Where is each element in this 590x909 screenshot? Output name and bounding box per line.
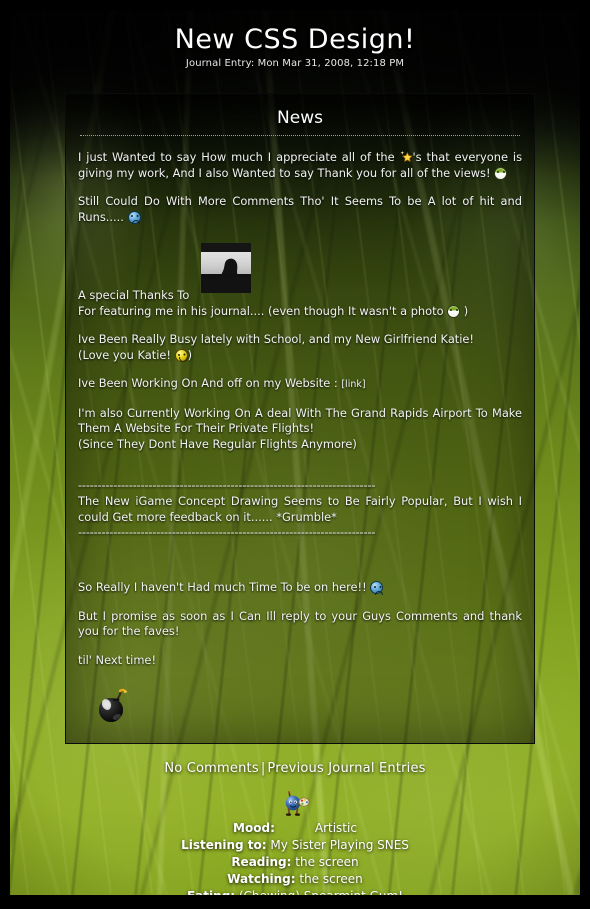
- p4-line2-after: ): [187, 347, 193, 362]
- meta-row-eating: Eating: (Chewing) Spearmint Gum!: [10, 888, 580, 895]
- meta-key: Eating:: [187, 889, 235, 895]
- paragraph-signoff: til' Next time!: [78, 652, 157, 667]
- p5-text: Ive Been Working On And off on my Websit…: [78, 376, 342, 391]
- paragraph-girlfriend: Ive Been Really Busy lately with School,…: [78, 332, 522, 363]
- blue-sad-emoticon: [127, 210, 141, 225]
- journal-canvas: New CSS Design! Journal Entry: Mon Mar 3…: [10, 10, 580, 895]
- footer-separator: |: [260, 761, 266, 777]
- p6-line2: (Since They Dont Have Regular Flights An…: [78, 436, 357, 451]
- green-face-emoticon: [494, 166, 508, 180]
- footer-links: No Comments | Previous Journal Entries: [10, 761, 580, 776]
- website-link[interactable]: [link]: [341, 379, 365, 390]
- page-title: New CSS Design!: [174, 24, 416, 55]
- p3-line2-after: ): [460, 303, 469, 318]
- wink-smiley-emoticon: [174, 348, 188, 362]
- meta-key: Listening to:: [181, 838, 267, 853]
- meta-value: the screen: [295, 855, 359, 870]
- meta-value: (Chewing) Spearmint Gum!: [239, 889, 403, 895]
- paragraph-website: Ive Been Working On And off on my Websit…: [78, 376, 522, 393]
- paragraph-promise: But I promise as soon as I Can Ill reply…: [78, 608, 522, 639]
- journal-header: New CSS Design! Journal Entry: Mon Mar 3…: [10, 10, 580, 69]
- divider-bottom: ----------------------------------------…: [78, 526, 376, 540]
- paragraph-no-time: So Really I haven't Had much Time To be …: [78, 580, 522, 596]
- p3-line2-before: For featuring me in his journal.... (eve…: [78, 303, 448, 318]
- user-avatar-silhouette[interactable]: [201, 243, 251, 294]
- meta-key: Watching:: [227, 872, 296, 887]
- meta-row-watching: Watching: the screen: [10, 871, 580, 888]
- meta-key: Mood:: [233, 821, 275, 836]
- meta-value: the screen: [299, 872, 363, 887]
- meta-row-listening: Listening to: My Sister Playing SNES: [10, 837, 580, 854]
- heading-divider: [80, 135, 520, 137]
- meta-key: Reading:: [231, 855, 292, 870]
- paragraph-comments: Still Could Do With More Comments Tho' I…: [78, 194, 522, 225]
- p6-line1: I'm also Currently Working On A deal Wit…: [78, 405, 522, 436]
- star-emoticon: [400, 150, 413, 163]
- journal-content-box: News I just Wanted to say How much I app…: [65, 93, 535, 745]
- journal-footer: No Comments | Previous Journal Entries M…: [10, 761, 580, 895]
- meta-row-reading: Reading: the screen: [10, 854, 580, 871]
- p4-line2-before: (Love you Katie!: [78, 347, 175, 362]
- p4-line1: Ive Been Really Busy lately with School,…: [78, 332, 475, 347]
- meta-row-mood: Mood: Artistic: [10, 820, 580, 837]
- journal-date: Journal Entry: Mon Mar 31, 2008, 12:18 P…: [185, 58, 405, 70]
- paragraph-airport: I'm also Currently Working On A deal Wit…: [78, 406, 522, 453]
- blue-sad-emoticon: [370, 581, 384, 595]
- green-face-emoticon: [447, 304, 461, 318]
- page-frame: New CSS Design! Journal Entry: Mon Mar 3…: [0, 0, 590, 909]
- p1-text-before: I just Wanted to say How much I apprecia…: [78, 150, 400, 165]
- news-heading: News: [277, 108, 323, 129]
- paragraph-igame: ----------------------------------------…: [78, 479, 522, 539]
- no-comments-link[interactable]: No Comments: [164, 761, 258, 776]
- divider-top: ----------------------------------------…: [78, 479, 376, 493]
- bomb-emoticon: [99, 688, 128, 723]
- p2-text: Still Could Do With More Comments Tho' I…: [78, 194, 522, 224]
- paragraph-appreciation: I just Wanted to say How much I apprecia…: [78, 150, 522, 181]
- p8-text: So Really I haven't Had much Time To be …: [78, 580, 371, 595]
- previous-journal-entries-link[interactable]: Previous Journal Entries: [267, 761, 425, 776]
- artistic-mood-emoticon: [285, 791, 310, 816]
- paragraph-special-thanks: A special Thanks To For featuring me in h…: [78, 243, 522, 319]
- p3-line1: A special Thanks To: [78, 288, 190, 303]
- journal-metadata-list: Mood: Artistic Listening to: My Sister Pl…: [10, 820, 580, 895]
- meta-value: My Sister Playing SNES: [270, 838, 409, 853]
- p7-text: The New iGame Concept Drawing Seems to B…: [78, 494, 522, 524]
- meta-value: Artistic: [314, 821, 357, 836]
